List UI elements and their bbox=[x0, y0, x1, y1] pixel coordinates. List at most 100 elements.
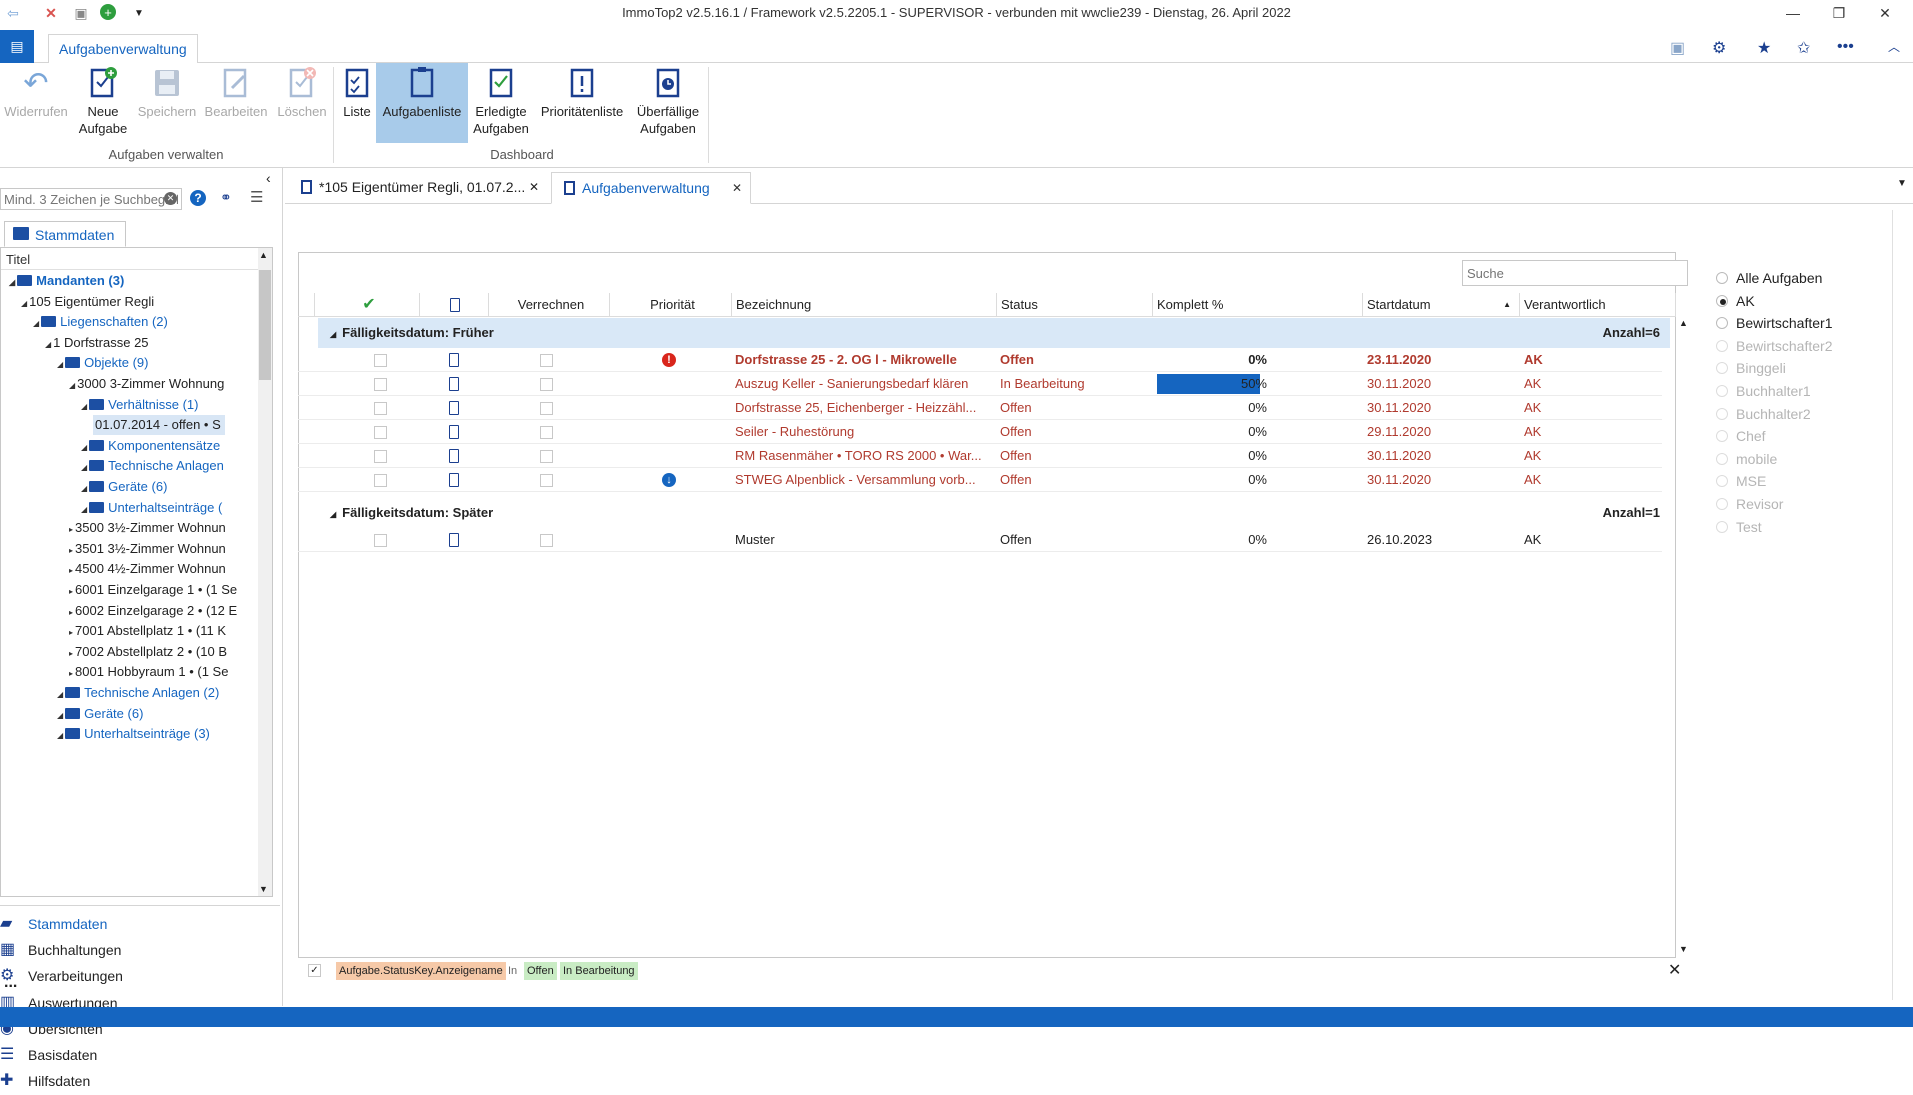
expand-arrow-icon[interactable]: ▸ bbox=[69, 628, 73, 637]
radio-button[interactable] bbox=[1716, 475, 1728, 488]
settings-gear-icon[interactable]: ⚙ bbox=[1712, 38, 1726, 58]
clear-search-icon[interactable]: ✕ bbox=[164, 192, 177, 205]
table-row[interactable]: RM Rasenmäher • TORO RS 2000 • War... Off… bbox=[298, 444, 1662, 468]
nav-item[interactable]: ▦ Buchhaltungen bbox=[0, 936, 121, 964]
tab-aufgabenverwaltung-doc[interactable]: Aufgabenverwaltung ✕ bbox=[551, 172, 751, 204]
radio-button[interactable] bbox=[1716, 407, 1728, 420]
scroll-down-icon[interactable]: ▼ bbox=[259, 884, 268, 894]
tree-search-input[interactable] bbox=[1, 189, 181, 209]
filter-field[interactable]: Aufgabe.StatusKey.Anzeigename bbox=[336, 962, 506, 980]
responsible-radio[interactable]: Test bbox=[1716, 517, 1762, 537]
expand-arrow-icon[interactable]: ▸ bbox=[69, 525, 73, 534]
close-tab-icon[interactable]: ✕ bbox=[529, 172, 539, 202]
tree-scrollbar[interactable]: ▲ ▼ bbox=[258, 248, 272, 896]
expand-arrow-icon[interactable]: ◢ bbox=[81, 402, 87, 411]
verrechnen-checkbox[interactable] bbox=[540, 402, 553, 415]
verrechnen-checkbox[interactable] bbox=[540, 426, 553, 439]
tree-node[interactable]: ◢ Unterhaltseinträge (3) bbox=[57, 724, 210, 744]
undo-button[interactable]: ↶ Widerrufen bbox=[0, 63, 72, 143]
scroll-up-icon[interactable]: ▲ bbox=[1679, 318, 1688, 328]
tree-node[interactable]: ▸ 8001 Hobbyraum 1 • (1 Se bbox=[69, 662, 228, 682]
nav-item[interactable]: ✚ Hilfsdaten bbox=[0, 1067, 90, 1095]
responsible-radio[interactable]: Chef bbox=[1716, 426, 1766, 446]
done-checkbox[interactable] bbox=[374, 450, 387, 463]
done-checkbox[interactable] bbox=[374, 534, 387, 547]
radio-button[interactable] bbox=[1716, 385, 1728, 397]
task-list-button[interactable]: Aufgabenliste bbox=[376, 63, 468, 143]
responsible-radio[interactable]: AK bbox=[1716, 291, 1755, 311]
tree-node[interactable]: ▸ 3501 3½-Zimmer Wohnun bbox=[69, 539, 226, 559]
priority-list-button[interactable]: Prioritätenliste bbox=[534, 63, 630, 143]
table-row[interactable]: Auszug Keller - Sanierungsbedarf klären I… bbox=[298, 372, 1662, 396]
help-icon[interactable]: ? bbox=[190, 190, 206, 206]
scroll-thumb[interactable] bbox=[259, 270, 271, 380]
column-header-komplett[interactable]: Komplett % bbox=[1153, 293, 1363, 317]
responsible-radio[interactable]: Binggeli bbox=[1716, 358, 1786, 378]
close-window-button[interactable]: ✕ bbox=[1862, 0, 1908, 26]
done-checkbox[interactable] bbox=[374, 354, 387, 367]
radio-button[interactable] bbox=[1716, 317, 1728, 330]
verrechnen-checkbox[interactable] bbox=[540, 474, 553, 487]
expand-arrow-icon[interactable]: ◢ bbox=[81, 463, 87, 472]
layout-icon[interactable]: ▣ bbox=[1670, 38, 1685, 58]
filter-operator[interactable]: In bbox=[505, 962, 520, 980]
add-favorite-icon[interactable]: ✩ bbox=[1797, 38, 1810, 58]
column-header-verantwortlich[interactable]: Verantwortlich bbox=[1520, 293, 1676, 317]
tree-node[interactable]: ▸ 7002 Abstellplatz 2 • (10 B bbox=[69, 642, 227, 662]
tree-node[interactable]: ◢ Komponentensätze bbox=[81, 436, 220, 456]
responsible-radio[interactable]: Buchhalter2 bbox=[1716, 404, 1811, 424]
expand-arrow-icon[interactable]: ▸ bbox=[69, 546, 73, 555]
expand-arrow-icon[interactable]: ▸ bbox=[69, 669, 73, 678]
verrechnen-checkbox[interactable] bbox=[540, 534, 553, 547]
done-checkbox[interactable] bbox=[374, 426, 387, 439]
tab-eigentuemer-regli[interactable]: *105 Eigentümer Regli, 01.07.2... ✕ bbox=[289, 172, 547, 204]
column-header-task-type[interactable] bbox=[420, 293, 489, 317]
minimize-button[interactable]: — bbox=[1770, 0, 1816, 26]
more-nav-button[interactable]: ... bbox=[4, 974, 17, 992]
responsible-radio[interactable]: Bewirtschafter1 bbox=[1716, 313, 1832, 333]
binoculars-icon[interactable]: ⚭ bbox=[220, 189, 232, 206]
responsible-radio[interactable]: MSE bbox=[1716, 471, 1766, 491]
tree-node[interactable]: ▸ 6002 Einzelgarage 2 • (12 E bbox=[69, 601, 237, 621]
collapse-pane-icon[interactable]: ‹ bbox=[266, 170, 271, 186]
edit-button[interactable]: Bearbeiten bbox=[200, 63, 272, 143]
responsible-radio[interactable]: Buchhalter1 bbox=[1716, 381, 1811, 401]
tabs-dropdown-icon[interactable]: ▼ bbox=[1897, 178, 1907, 189]
responsible-radio[interactable]: Revisor bbox=[1716, 494, 1783, 514]
column-header-prioritaet[interactable]: Priorität bbox=[610, 293, 732, 317]
table-row[interactable]: ↓ STWEG Alpenblick - Versammlung vorb... O… bbox=[298, 468, 1662, 492]
tree-node[interactable]: ▸ 6001 Einzelgarage 1 • (1 Se bbox=[69, 580, 237, 600]
list-button[interactable]: Liste bbox=[338, 63, 376, 143]
tree-node[interactable]: ◢ Technische Anlagen (2) bbox=[57, 683, 219, 703]
nav-item[interactable]: ☰ Basisdaten bbox=[0, 1041, 97, 1069]
expand-arrow-icon[interactable]: ◢ bbox=[81, 443, 87, 452]
expand-arrow-icon[interactable]: ◢ bbox=[57, 711, 63, 720]
filter-settings-icon[interactable]: ☰ bbox=[250, 188, 263, 206]
tree-node[interactable]: ◢ Liegenschaften (2) bbox=[33, 312, 168, 332]
done-checkbox[interactable] bbox=[374, 474, 387, 487]
grid-scrollbar[interactable]: ▲ ▼ bbox=[1678, 318, 1690, 954]
tree-node[interactable]: 01.07.2014 - offen • S bbox=[93, 415, 225, 436]
column-header-bezeichnung[interactable]: Bezeichnung bbox=[732, 293, 997, 317]
collapse-ribbon-icon[interactable]: ︿ bbox=[1888, 38, 1900, 55]
filter-value-in-bearbeitung[interactable]: In Bearbeitung bbox=[560, 962, 638, 980]
expand-arrow-icon[interactable]: ◢ bbox=[81, 505, 87, 514]
tree-node[interactable]: ◢ 1 Dorfstrasse 25 bbox=[45, 333, 149, 353]
expand-arrow-icon[interactable]: ◢ bbox=[57, 690, 63, 699]
group-header[interactable]: ◢ Fälligkeitsdatum: Später Anzahl=1 bbox=[318, 498, 1670, 528]
tree-node[interactable]: ▸ 3500 3½-Zimmer Wohnun bbox=[69, 518, 226, 538]
new-task-button[interactable]: Neue Aufgabe bbox=[72, 63, 134, 143]
column-header-startdatum[interactable]: Startdatum ▲ bbox=[1363, 293, 1520, 317]
tab-aufgabenverwaltung[interactable]: Aufgabenverwaltung bbox=[48, 34, 198, 64]
nav-item[interactable]: ▰ Stammdaten bbox=[0, 910, 107, 938]
verrechnen-checkbox[interactable] bbox=[540, 378, 553, 391]
nav-item[interactable]: ⚙ Verarbeitungen bbox=[0, 962, 123, 990]
radio-button[interactable] bbox=[1716, 294, 1728, 307]
tree-node[interactable]: ▸ 7001 Abstellplatz 1 • (11 K bbox=[69, 621, 226, 641]
expand-arrow-icon[interactable]: ▸ bbox=[69, 649, 73, 658]
done-checkbox[interactable] bbox=[374, 378, 387, 391]
responsible-radio[interactable]: Bewirtschafter2 bbox=[1716, 336, 1832, 356]
expand-arrow-icon[interactable]: ◢ bbox=[69, 381, 75, 390]
group-header[interactable]: ◢ Fälligkeitsdatum: Früher Anzahl=6 bbox=[318, 318, 1670, 348]
filter-value-offen[interactable]: Offen bbox=[524, 962, 557, 980]
